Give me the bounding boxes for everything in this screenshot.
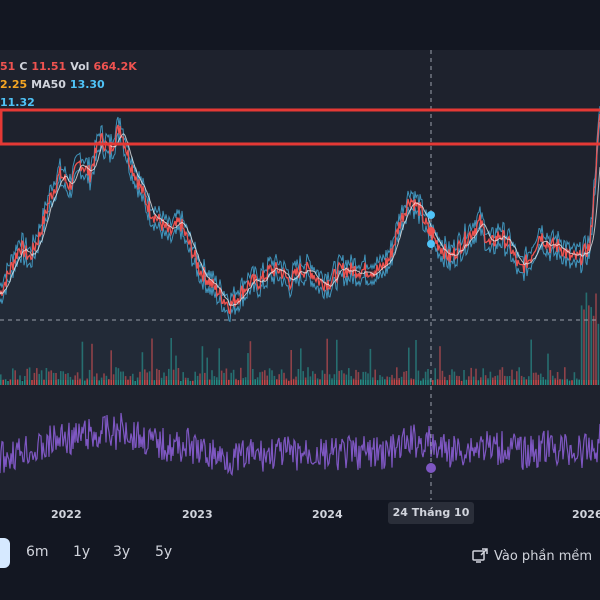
resistance-highlight-box [0, 108, 600, 146]
legend-price-line: 51 C 11.51 Vol 664.2K [0, 60, 141, 73]
open-app-label: Vào phần mềm [494, 549, 593, 564]
volume-bar [446, 380, 448, 385]
volume-bar [578, 379, 580, 385]
volume-bar [21, 381, 24, 385]
volume-bar [319, 379, 321, 385]
legend-partial-value: 51 [0, 60, 16, 73]
x-axis-label: 2022 [51, 508, 82, 521]
volume-bar [561, 379, 564, 385]
top-bar [0, 0, 600, 50]
crosshair-dot [427, 240, 435, 248]
volume-bar [9, 379, 12, 385]
volume-bar [189, 380, 192, 385]
legend-volume-value: 664.2K [93, 60, 137, 73]
volume-bar [134, 380, 136, 385]
volume-bar [2, 379, 4, 385]
volume-bar [544, 379, 547, 385]
volume-bar [432, 380, 434, 385]
period-selected-tab[interactable] [0, 538, 10, 568]
x-axis-label: 2024 [312, 508, 343, 521]
open-app-link[interactable]: Vào phần mềm [472, 548, 592, 564]
volume-bar [98, 380, 100, 385]
volume-bar [460, 380, 463, 385]
price-lines [0, 105, 600, 380]
volume-bar [568, 380, 571, 385]
legend-partial-value: 2.25 [0, 78, 28, 91]
volume-bar [180, 380, 182, 385]
volume-bar [420, 380, 422, 385]
volume-bar [84, 380, 86, 385]
x-axis-label: 2026 [572, 508, 600, 521]
volume-bar [571, 380, 573, 385]
crosshair-dot [427, 211, 435, 219]
volume-bar [465, 379, 468, 385]
legend-ma-value: 13.30 [69, 78, 105, 91]
period-tab-1y[interactable]: 1y [73, 544, 90, 560]
volume-bar [192, 380, 194, 385]
legend-partial-value: 11.32 [0, 96, 35, 109]
volume-bar [288, 380, 290, 385]
volume-bar [208, 379, 211, 385]
volume-bar [237, 380, 240, 385]
x-axis-label: 2023 [182, 508, 213, 521]
crosshair-date-label: 24 Tháng 10 '24 [388, 502, 474, 541]
legend-volume-label: Vol [70, 60, 90, 73]
rsi-indicator [0, 412, 600, 477]
volume-bar [525, 379, 528, 385]
volume-bar [513, 379, 516, 385]
volume-bar [477, 380, 480, 385]
volume-bar [72, 379, 74, 385]
volume-bar [127, 379, 129, 385]
legend-ma-line: 2.25 MA50 13.30 [0, 78, 109, 91]
legend-third-line: 11.32 [0, 96, 39, 109]
volume-bar [153, 380, 156, 385]
volume-bar [7, 381, 9, 385]
price-chart[interactable] [0, 50, 600, 500]
period-tab-3y[interactable]: 3y [113, 544, 130, 560]
external-screen-icon [472, 548, 488, 563]
volume-bar [31, 380, 33, 385]
period-tab-6m[interactable]: 6m [26, 544, 49, 560]
legend-close-value: 11.51 [31, 60, 67, 73]
volume-bar [16, 379, 19, 385]
legend-ma-label: MA50 [31, 78, 66, 91]
volume-bar [360, 379, 362, 385]
rsi-line [0, 412, 600, 477]
volume-bar [43, 379, 45, 385]
volume-bar [228, 379, 230, 385]
rsi-crosshair-dot [426, 463, 436, 473]
volume-bar [376, 380, 379, 385]
period-tab-5y[interactable]: 5y [155, 544, 172, 560]
legend-close-label: C [19, 60, 28, 73]
crosshair-dot [427, 227, 435, 235]
